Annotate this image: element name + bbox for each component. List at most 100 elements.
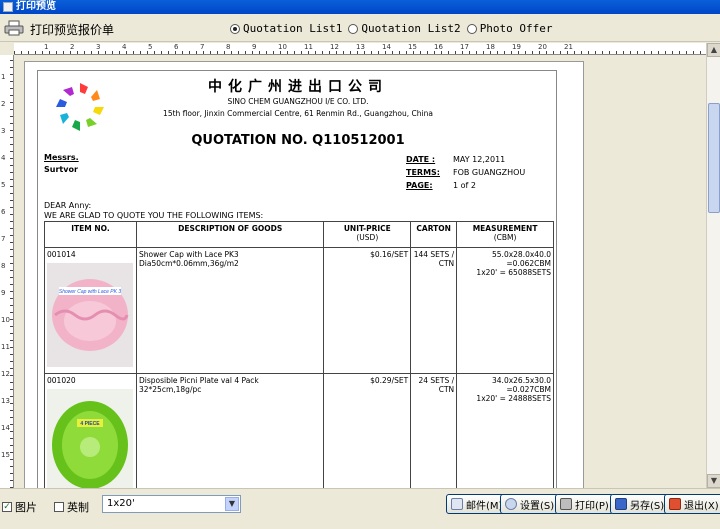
ruler-number: 14 [382,43,391,51]
ruler-number: 10 [278,43,287,51]
scroll-down-button[interactable]: ▼ [707,474,720,488]
ruler-number: 20 [538,43,547,51]
save-as-button-label: 另存(S) [630,500,665,512]
date-label: DATE : [406,155,436,164]
chevron-down-icon[interactable]: ▼ [225,497,239,511]
gear-icon [505,498,517,510]
app-icon [3,2,13,12]
ruler-number: 6 [174,43,179,51]
item-number: 001014 [47,250,76,259]
carton-line1: 24 SETS / [418,376,455,385]
table-row: 001014 Shower Cap with Lace PK 3 Shower … [44,247,554,374]
unit-price-title: UNIT-PRICE [343,224,391,233]
ruler-number: 2 [1,100,6,108]
ruler-number: 1 [1,73,6,81]
column-header-carton: CARTON [410,221,458,248]
ruler-number: 13 [1,397,10,405]
table-header-row: ITEM NO. DESCRIPTION OF GOODS UNIT-PRICE… [44,221,554,248]
product-photo-label: 4 PIECE [80,421,100,427]
printer-icon [560,498,572,510]
carton-cell: 144 SETS / CTN [410,247,458,374]
top-toolbar: 打印预览报价单 Quotation List1 Quotation List2 … [0,14,720,42]
ruler-number: 5 [148,43,153,51]
customer-name: Surtvor [44,165,78,174]
page-content-frame: 中化广州进出口公司 SINO CHEM GUANGZHOU I/E CO. LT… [37,70,557,488]
exit-button[interactable]: 退出(X) [664,494,720,514]
scroll-thumb[interactable] [708,103,720,213]
container-size-value: 1x20' [107,498,135,509]
horizontal-ruler: 1 2 3 4 5 6 7 8 9 10 11 12 13 14 15 16 17 18 19 20 21 [14,43,706,55]
page-value: 1 of 2 [453,181,476,190]
radio-label: Quotation List1 [243,22,343,35]
carton-cell: 24 SETS / CTN [410,373,458,488]
radio-photo-offer[interactable]: Photo Offer [466,22,553,35]
exit-icon [669,498,681,510]
unit-price-cell: $0.29/SET [323,373,412,488]
print-preview-area[interactable]: 中化广州进出口公司 SINO CHEM GUANGZHOU I/E CO. LT… [14,55,706,488]
imperial-units-checkbox[interactable]: 英制 [54,499,89,515]
product-photo: 4 PIECE [47,389,133,488]
radio-quotation-list2[interactable]: Quotation List2 [348,22,461,35]
company-name-english: SINO CHEM GUANGZHOU I/E CO. LTD. [227,97,369,106]
measurement-unit: (CBM) [493,233,517,242]
terms-label: TERMS: [406,168,441,177]
print-button[interactable]: 打印(P) [555,494,614,514]
app-label: 打印预览报价单 [30,23,115,37]
print-button-label: 打印(P) [575,500,609,512]
ruler-number: 7 [1,235,6,243]
bottom-toolbar: ✓ 图片 英制 1x20' ▼ 邮件(M) 设置(S) 打印(P) 另存(S) … [0,488,720,529]
carton-line2: CTN [438,259,455,268]
date-value: MAY 12,2011 [453,155,506,164]
scroll-up-button[interactable]: ▲ [707,43,720,57]
product-photo-label: Shower Cap with Lace PK 3 [59,289,121,295]
show-pictures-checkbox[interactable]: ✓ 图片 [2,499,37,515]
description-line1: Disposible Picni Plate val 4 Pack [138,376,259,385]
column-header-measurement: MEASUREMENT (CBM) [456,221,554,248]
measurement-cell: 55.0x28.0x40.0 =0.062CBM 1x20' = 65088SE… [456,247,554,374]
page-label: PAGE: [406,181,433,190]
container-size-select[interactable]: 1x20' ▼ [102,495,241,513]
ruler-number: 15 [408,43,417,51]
company-address: 15th floor, Jinxin Commercial Centre, 61… [163,109,433,118]
ruler-number: 6 [1,208,6,216]
measurement-line1: 34.0x26.5x30.0 [492,376,551,385]
item-number: 001020 [47,376,76,385]
vertical-scrollbar[interactable]: ▲ ▼ [706,43,720,488]
measurement-cell: 34.0x26.5x30.0 =0.027CBM 1x20' = 24888SE… [456,373,554,488]
column-header-description: DESCRIPTION OF GOODS [135,221,325,248]
carton-line1: 144 SETS / [413,250,455,259]
radio-label: Photo Offer [479,22,553,35]
checkbox-checked-indicator: ✓ [2,502,12,512]
window-title: 打印预览 [16,1,56,12]
ruler-number: 2 [70,43,75,51]
description-line2: Dia50cm*0.06mm,36g/m2 [138,259,239,268]
vertical-ruler: 1 2 3 4 5 6 7 8 9 10 11 12 13 14 15 [0,55,14,488]
quotation-meta: DATE : MAY 12,2011 TERMS: FOB GUANGZHOU … [406,153,525,192]
item-cell: 001020 4 PIECE [44,373,137,488]
measurement-line3: 1x20' = 24888SETS [476,394,551,403]
email-button[interactable]: 邮件(M) [446,494,508,514]
ruler-number: 18 [486,43,495,51]
measurement-line1: 55.0x28.0x40.0 [492,250,551,259]
ruler-number: 3 [96,43,101,51]
column-header-item: ITEM NO. [44,221,137,248]
unit-price-currency: (USD) [356,233,379,242]
column-header-unit-price: UNIT-PRICE (USD) [323,221,412,248]
radio-quotation-list1[interactable]: Quotation List1 [230,22,342,35]
ruler-number: 9 [252,43,257,51]
settings-button-label: 设置(S) [520,500,555,512]
ruler-number: 17 [460,43,469,51]
product-photo: Shower Cap with Lace PK 3 [47,263,133,367]
quotation-table: ITEM NO. DESCRIPTION OF GOODS UNIT-PRICE… [44,221,554,488]
save-as-button[interactable]: 另存(S) [610,494,670,514]
ruler-number: 8 [1,262,6,270]
shower-cap-image: Shower Cap with Lace PK 3 [47,263,133,367]
ruler-number: 15 [1,451,10,459]
radio-selected-indicator [230,23,240,34]
terms-value: FOB GUANGZHOU [453,168,526,177]
greeting: DEAR Anny: [44,201,92,210]
ruler-number: 10 [1,316,10,324]
measurement-line3: 1x20' = 65088SETS [476,268,551,277]
ruler-number: 12 [1,370,10,378]
settings-button[interactable]: 设置(S) [500,494,560,514]
